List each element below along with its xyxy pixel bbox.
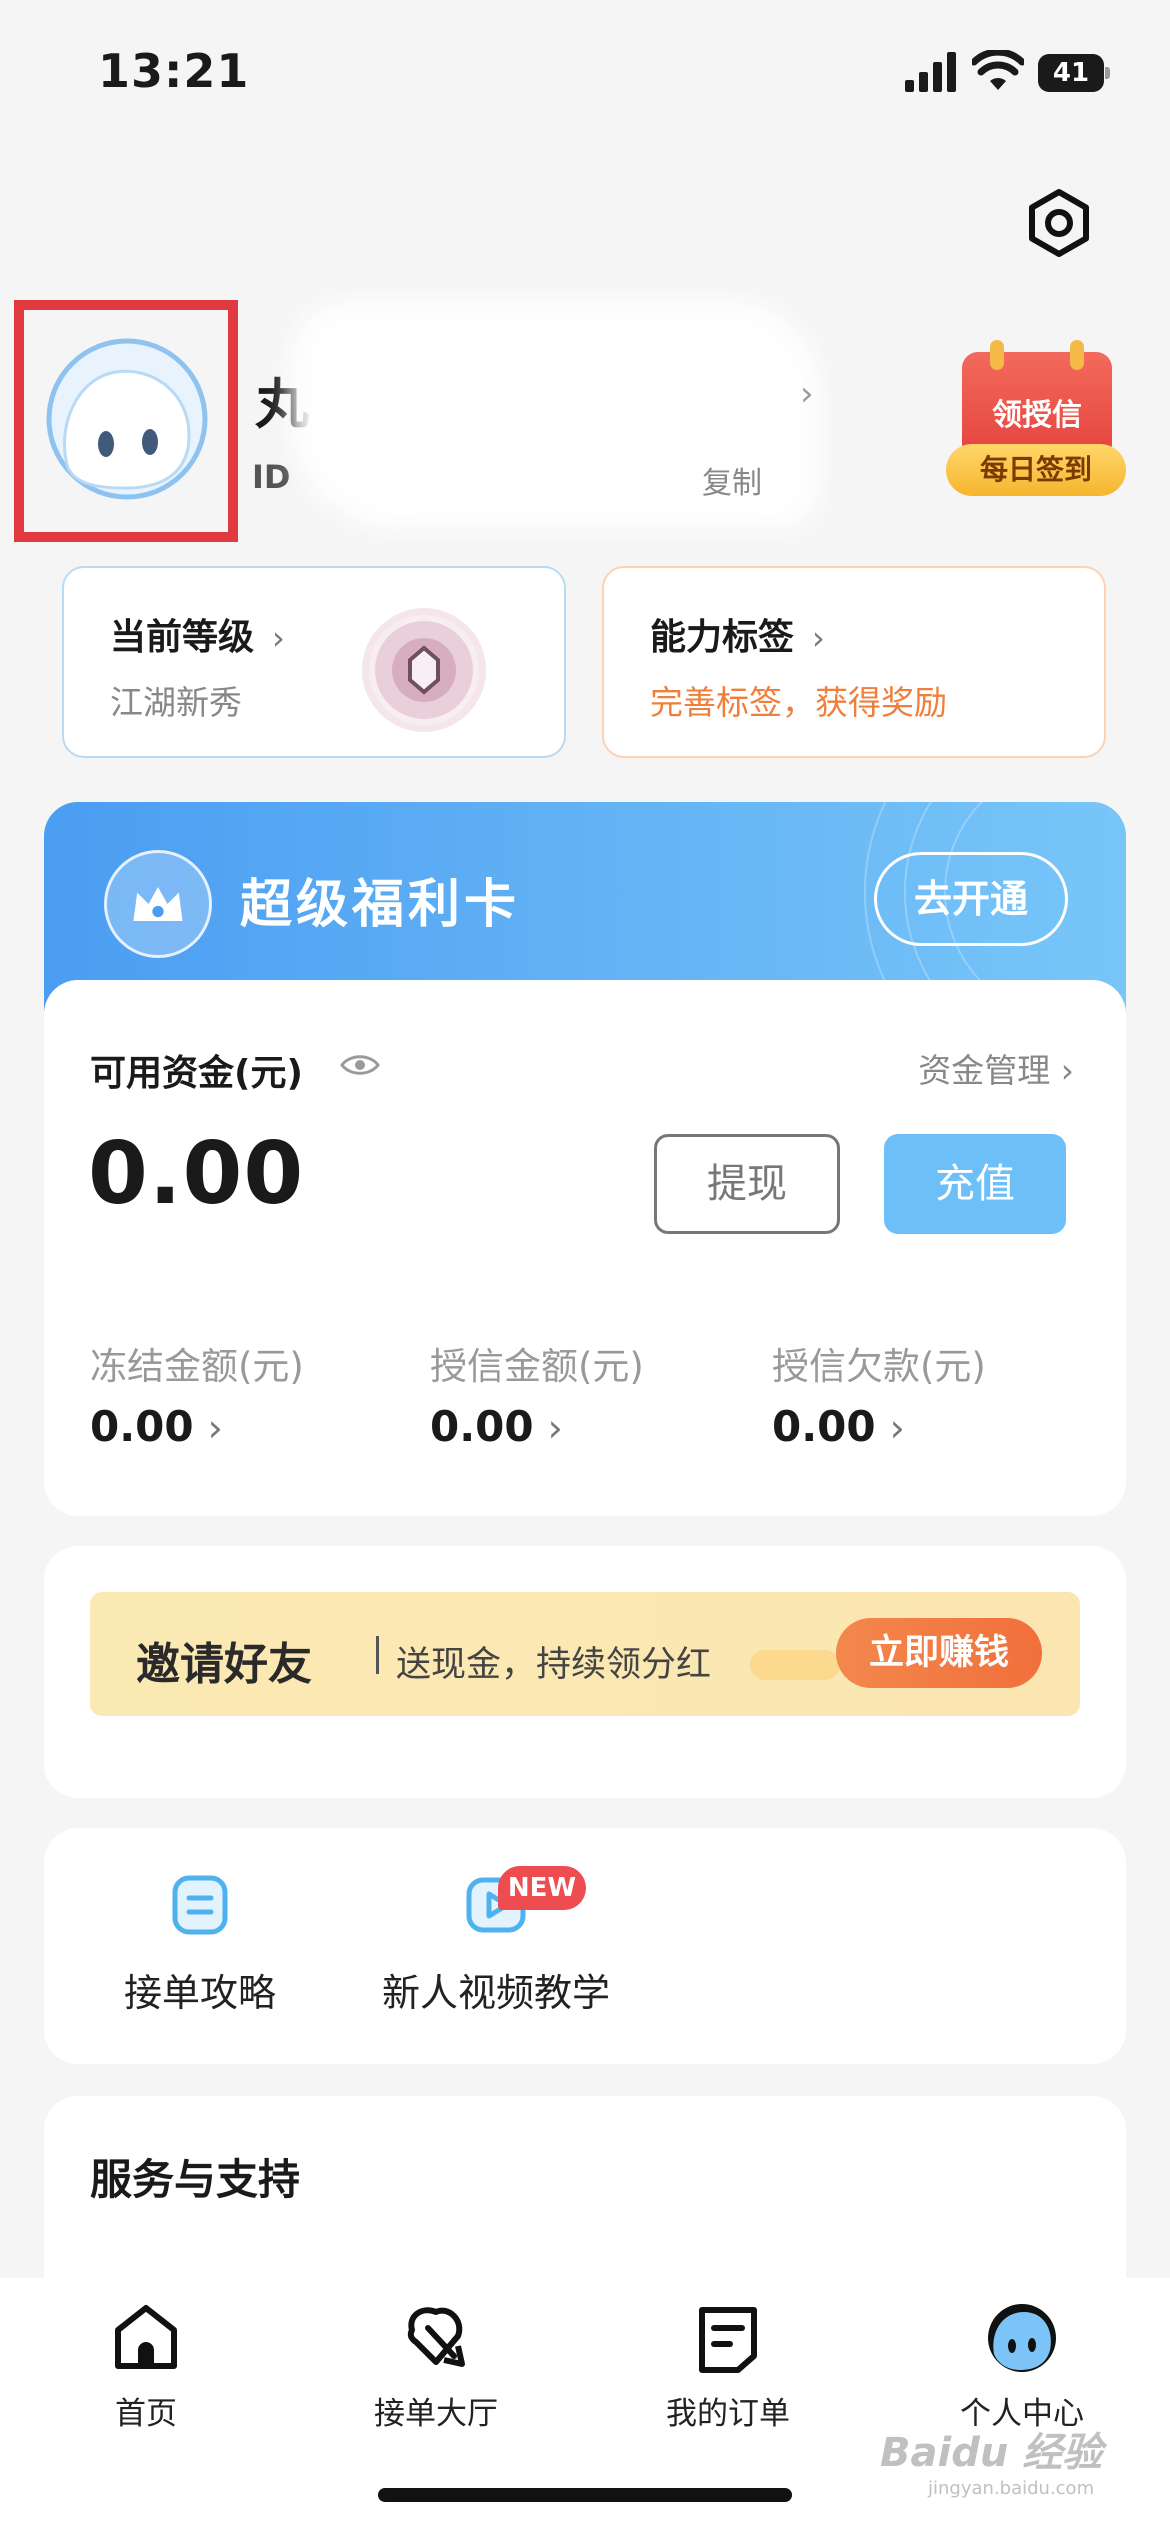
chevron-right-icon: › bbox=[272, 619, 285, 657]
watermark-url: jingyan.baidu.com bbox=[928, 2478, 1095, 2499]
frozen-amount-stat[interactable]: 冻结金额(元) 0.00 › bbox=[90, 1336, 304, 1451]
chevron-right-icon: › bbox=[547, 1406, 563, 1450]
stat-label: 授信欠款(元) bbox=[772, 1345, 986, 1388]
service-title: 服务与支持 bbox=[90, 2155, 301, 2204]
status-time: 13:21 bbox=[98, 44, 250, 98]
earn-now-button[interactable]: 立即赚钱 bbox=[836, 1618, 1042, 1688]
nav-home[interactable]: 首页 bbox=[46, 2300, 246, 2433]
funds-card: 可用资金(元) 资金管理 › 0.00 提现 充值 冻结金额(元) 0.00 › … bbox=[44, 980, 1126, 1516]
nav-label: 接单大厅 bbox=[374, 2396, 498, 2432]
invite-banner[interactable]: 邀请好友 送现金，持续领分红 立即赚钱 bbox=[90, 1592, 1080, 1716]
copy-id-button[interactable]: 复制 bbox=[702, 458, 762, 502]
avatar[interactable] bbox=[46, 338, 208, 500]
nav-my-orders[interactable]: 我的订单 bbox=[628, 2300, 828, 2433]
invite-subtitle: 送现金，持续领分红 bbox=[396, 1645, 712, 1685]
tool-newbie-video[interactable]: 新人视频教学 bbox=[326, 1874, 666, 2017]
ability-card-title: 能力标签 › bbox=[650, 617, 825, 658]
nav-label: 我的订单 bbox=[666, 2396, 790, 2432]
available-funds-amount: 0.00 bbox=[88, 1124, 305, 1224]
tool-order-guide[interactable]: 接单攻略 bbox=[100, 1874, 300, 2017]
recharge-button[interactable]: 充值 bbox=[884, 1134, 1066, 1234]
watermark: Baidu 经验 bbox=[880, 2430, 1103, 2476]
level-card-subtitle: 江湖新秀 bbox=[110, 683, 242, 722]
ability-card-subtitle: 完善标签，获得奖励 bbox=[650, 683, 947, 722]
welfare-activate-button[interactable]: 去开通 bbox=[874, 852, 1068, 946]
divider bbox=[376, 1636, 379, 1674]
signin-badge: 每日签到 bbox=[946, 444, 1126, 496]
tools-card: 接单攻略 新人视频教学 NEW bbox=[44, 1828, 1126, 2064]
chevron-right-icon: › bbox=[812, 619, 825, 657]
chevron-right-icon: › bbox=[889, 1406, 905, 1450]
level-card-title: 当前等级 › bbox=[110, 617, 285, 658]
stat-label: 冻结金额(元) bbox=[90, 1345, 304, 1388]
signin-title: 领授信 bbox=[992, 398, 1082, 433]
stat-value: 0.00 › bbox=[772, 1402, 905, 1451]
available-funds-label: 可用资金(元) bbox=[90, 1053, 303, 1094]
welfare-title: 超级福利卡 bbox=[240, 875, 521, 935]
hall-icon bbox=[407, 2307, 465, 2367]
tool-label: 接单攻略 bbox=[123, 1971, 276, 2015]
stat-value: 0.00 › bbox=[430, 1402, 563, 1451]
home-indicator[interactable] bbox=[378, 2488, 792, 2502]
withdraw-button[interactable]: 提现 bbox=[654, 1134, 840, 1234]
invite-card: 邀请好友 送现金，持续领分红 立即赚钱 bbox=[44, 1546, 1126, 1798]
profile-chevron-icon[interactable]: › bbox=[800, 374, 814, 414]
nav-profile-center[interactable]: 个人中心 bbox=[922, 2300, 1122, 2433]
stat-value: 0.00 › bbox=[90, 1402, 223, 1451]
doc-icon bbox=[172, 1875, 228, 1935]
eye-icon[interactable] bbox=[340, 1052, 380, 1078]
credit-amount-stat[interactable]: 授信金额(元) 0.00 › bbox=[430, 1336, 644, 1451]
new-badge: NEW bbox=[498, 1866, 586, 1910]
ability-card[interactable]: 能力标签 › 完善标签，获得奖励 bbox=[602, 566, 1106, 758]
credit-debt-stat[interactable]: 授信欠款(元) 0.00 › bbox=[772, 1336, 986, 1451]
level-card[interactable]: 当前等级 › 江湖新秀 bbox=[62, 566, 566, 758]
chat-bubble-icon bbox=[750, 1650, 840, 1680]
home-icon bbox=[115, 2305, 177, 2369]
nav-order-hall[interactable]: 接单大厅 bbox=[336, 2300, 536, 2433]
daily-signin-button[interactable]: 领授信 每日签到 bbox=[946, 340, 1126, 500]
invite-title: 邀请好友 bbox=[136, 1639, 312, 1690]
wifi-icon bbox=[972, 50, 1024, 90]
orders-icon bbox=[699, 2307, 757, 2373]
funds-management-link[interactable]: 资金管理 › bbox=[918, 1044, 1074, 1092]
user-id-label: ID bbox=[252, 458, 291, 496]
cellular-signal-icon bbox=[905, 52, 956, 92]
nav-label: 首页 bbox=[115, 2396, 177, 2432]
profile-icon bbox=[988, 2304, 1056, 2372]
level-badge-icon bbox=[362, 608, 486, 732]
battery-icon: 41 bbox=[1038, 54, 1110, 92]
stat-label: 授信金额(元) bbox=[430, 1345, 644, 1388]
chevron-right-icon: › bbox=[207, 1406, 223, 1450]
chevron-right-icon: › bbox=[1060, 1051, 1074, 1090]
tool-label: 新人视频教学 bbox=[381, 1971, 610, 2015]
settings-icon[interactable] bbox=[1024, 188, 1094, 258]
crown-icon bbox=[104, 850, 212, 958]
battery-level: 41 bbox=[1038, 54, 1104, 92]
